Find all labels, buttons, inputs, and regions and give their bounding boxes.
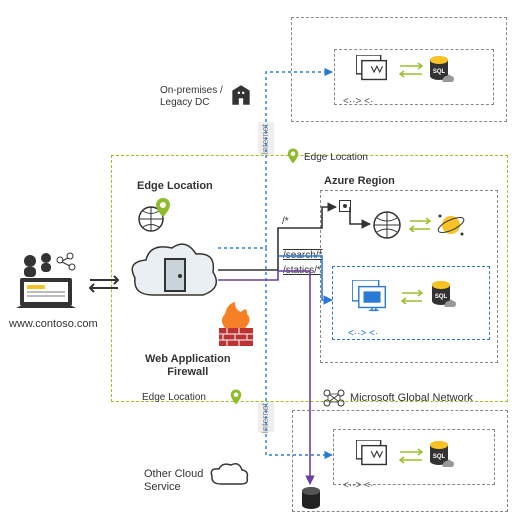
connectors-overlay	[0, 0, 520, 530]
